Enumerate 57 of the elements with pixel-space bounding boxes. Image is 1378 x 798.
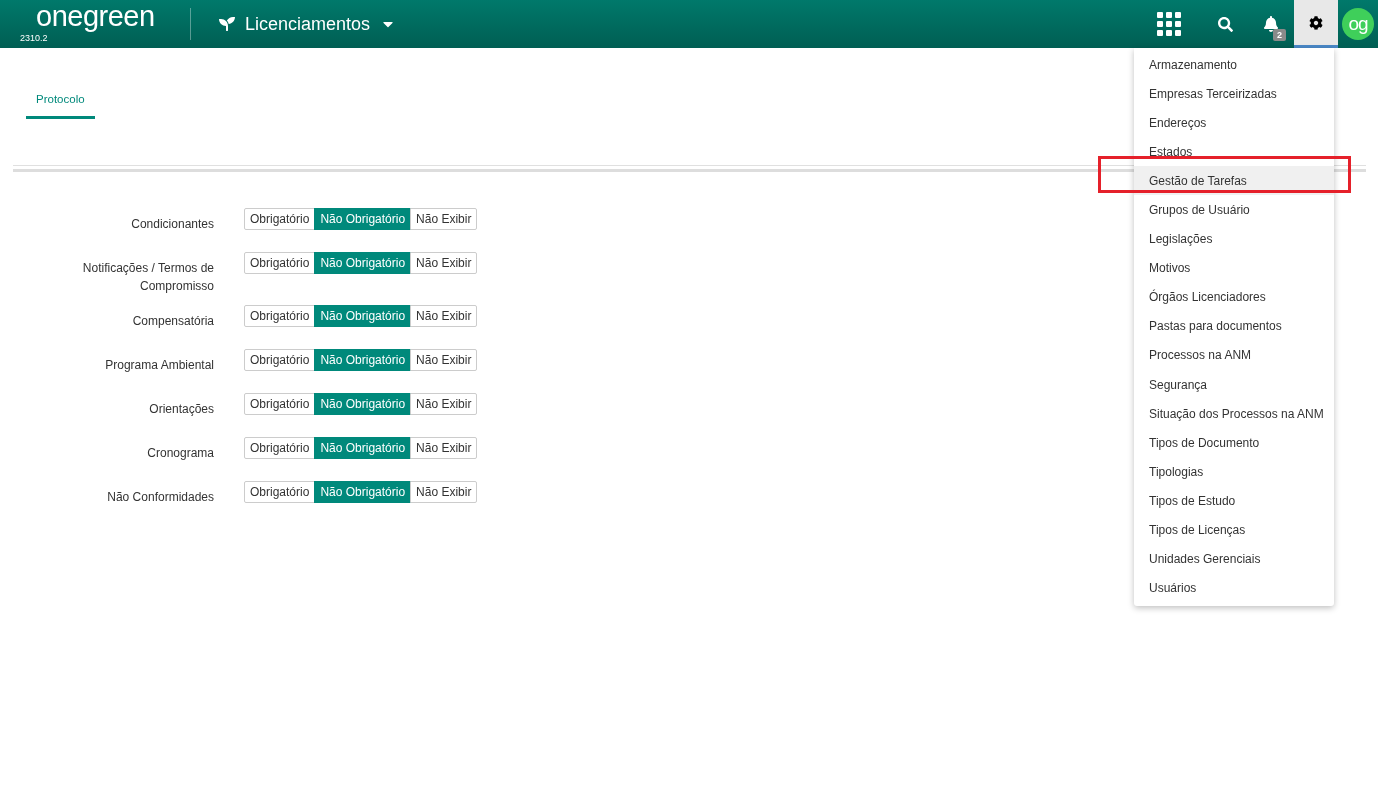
field-label: Orientações <box>148 401 214 418</box>
menu-item[interactable]: Situação dos Processos na ANM <box>1134 399 1334 429</box>
menu-item[interactable]: Grupos de Usuário <box>1134 195 1334 225</box>
menu-item[interactable]: Tipos de Estudo <box>1134 486 1334 516</box>
field-label: Compensatória <box>131 313 214 330</box>
option-toggle[interactable]: Não Exibir <box>410 305 478 327</box>
field-label: Não Conformidades <box>106 489 214 506</box>
menu-item[interactable]: Armazenamento <box>1134 50 1334 80</box>
option-toggle[interactable]: Não Obrigatório <box>314 349 412 371</box>
menu-item[interactable]: Usuários <box>1134 573 1334 603</box>
option-toggle[interactable]: Obrigatório <box>244 481 316 503</box>
option-toggle[interactable]: Não Obrigatório <box>314 437 412 459</box>
bell-icon <box>1263 16 1279 32</box>
option-toggle[interactable]: Não Obrigatório <box>314 305 412 327</box>
field-label: Notificações / Termos de Compromisso <box>81 260 214 295</box>
menu-item[interactable]: Estados <box>1134 137 1334 167</box>
option-toggle[interactable]: Não Exibir <box>410 437 478 459</box>
menu-item[interactable]: Tipos de Licenças <box>1134 515 1334 545</box>
option-toggle[interactable]: Obrigatório <box>244 393 316 415</box>
menu-item[interactable]: Tipologias <box>1134 457 1334 487</box>
search-icon <box>1217 16 1233 32</box>
option-toggle[interactable]: Obrigatório <box>244 208 316 230</box>
menu-item[interactable]: Tipos de Documento <box>1134 428 1334 458</box>
menu-item[interactable]: Empresas Terceirizadas <box>1134 79 1334 109</box>
menu-item[interactable]: Processos na ANM <box>1134 340 1334 371</box>
option-toggle[interactable]: Obrigatório <box>244 305 316 327</box>
option-toggle[interactable]: Não Obrigatório <box>314 208 412 230</box>
menu-item[interactable]: Legislações <box>1134 224 1334 254</box>
notification-count: 2 <box>1273 29 1286 41</box>
settings-icon <box>1309 15 1323 30</box>
option-toggle[interactable]: Não Obrigatório <box>314 252 412 274</box>
field-label: Cronograma <box>146 445 214 462</box>
option-toggle[interactable]: Não Obrigatório <box>314 481 412 503</box>
option-toggle[interactable]: Não Exibir <box>410 252 478 274</box>
field-label: Condicionantes <box>130 216 214 233</box>
option-toggle[interactable]: Não Exibir <box>410 208 478 230</box>
version-text: 2310.2 <box>20 33 49 43</box>
field-label: Programa Ambiental <box>104 357 214 374</box>
module-dropdown[interactable]: Licenciamentos <box>191 0 397 48</box>
menu-item[interactable]: Unidades Gerenciais <box>1134 544 1334 574</box>
option-toggle[interactable]: Obrigatório <box>244 252 316 274</box>
option-toggle[interactable]: Não Exibir <box>410 393 478 415</box>
menu-item[interactable]: Segurança <box>1134 370 1334 400</box>
option-toggle[interactable]: Obrigatório <box>244 437 316 459</box>
tab[interactable]: Protocolo <box>26 90 95 119</box>
option-toggle[interactable]: Não Exibir <box>410 349 478 371</box>
menu-item[interactable]: Motivos <box>1134 253 1334 283</box>
menu-item[interactable]: Órgãos Licenciadores <box>1134 282 1334 312</box>
seedling-hand-icon <box>219 16 235 32</box>
option-toggle[interactable]: Não Obrigatório <box>314 393 412 415</box>
logo: onegreen <box>36 1 156 31</box>
option-toggle[interactable]: Obrigatório <box>244 349 316 371</box>
menu-item[interactable]: Endereços <box>1134 108 1334 138</box>
menu-item[interactable]: Pastas para documentos <box>1134 311 1334 341</box>
option-toggle[interactable]: Não Exibir <box>410 481 478 503</box>
grid-icon <box>1156 11 1182 37</box>
settings-button[interactable] <box>1294 0 1338 48</box>
